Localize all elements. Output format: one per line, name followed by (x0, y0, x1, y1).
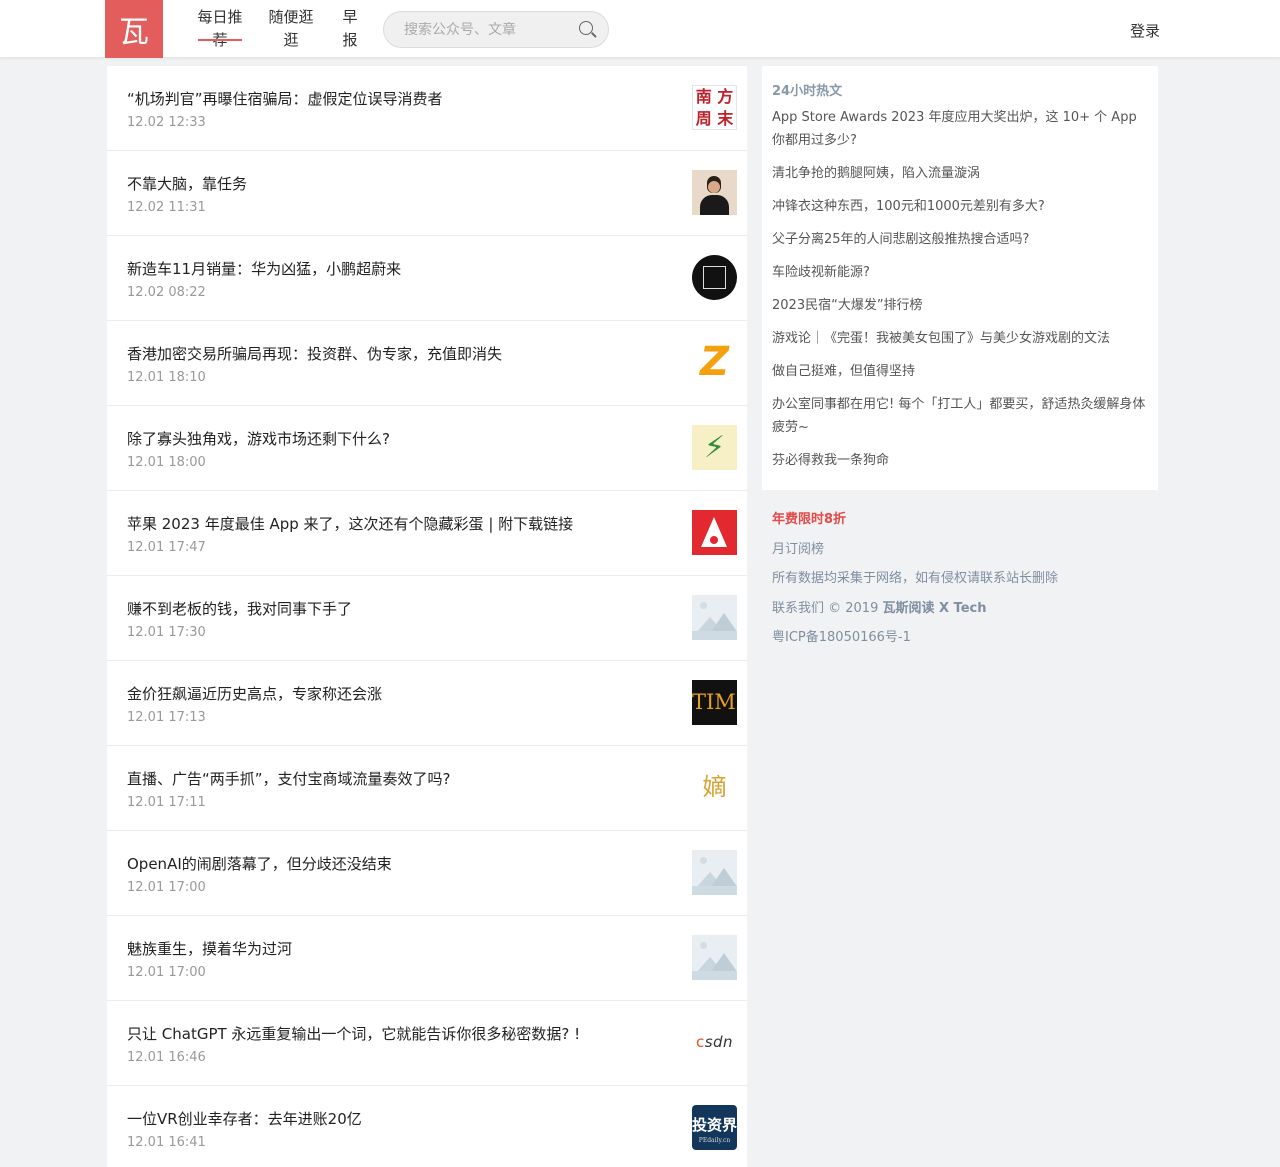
csdn-logo-icon: csdn (692, 1020, 737, 1065)
article-item[interactable]: 金价狂飙逼近历史高点，专家称还会涨 12.01 17:13 TIME (107, 661, 747, 746)
hot-article-link[interactable]: 做自己挺难，但值得坚持 (772, 360, 1148, 383)
article-item[interactable]: 不靠大脑，靠任务 12.02 11:31 (107, 151, 747, 236)
article-item[interactable]: 直播、广告“两手抓”，支付宝商域流量奏效了吗? 12.01 17:11 嫡 (107, 746, 747, 831)
hot-article-link[interactable]: 芬必得救我一条狗命 (772, 449, 1148, 472)
hot-article-link[interactable]: 游戏论｜《完蛋！我被美女包围了》与美少女游戏剧的文法 (772, 327, 1148, 350)
article-item[interactable]: 香港加密交易所骗局再现：投资群、伪专家，充值即消失 12.01 18:10 Z (107, 321, 747, 406)
nav-morning-news-label: 早报 (342, 8, 358, 49)
hot-article-link[interactable]: App Store Awards 2023 年度应用大奖出炉，这 10+ 个 A… (772, 106, 1148, 152)
circle-logo-icon (692, 255, 737, 300)
article-time: 12.01 17:00 (127, 965, 206, 980)
hot-article-link[interactable]: 办公室同事都在用它! 每个「打工人」都要买，舒适热灸缓解身体疲劳~ (772, 393, 1148, 439)
article-item[interactable]: 除了寡头独角戏，游戏市场还剩下什么? 12.01 18:00 ⚡ (107, 406, 747, 491)
hot-article-link[interactable]: 清北争抢的鹅腿阿姨，陷入流量漩涡 (772, 162, 1148, 185)
article-title[interactable]: 一位VR创业幸存者：去年进账20亿 (127, 1108, 362, 1129)
hot-article-link[interactable]: 车险歧视新能源? (772, 261, 1148, 284)
site-logo[interactable]: 瓦 (105, 0, 163, 58)
article-time: 12.01 16:41 (127, 1135, 206, 1150)
article-item[interactable]: “机场判官”再曝住宿骗局：虚假定位误导消费者 12.02 12:33 南方周末 (107, 66, 747, 151)
article-title[interactable]: 只让 ChatGPT 永远重复输出一个词，它就能告诉你很多秘密数据? ! (127, 1023, 580, 1044)
contact-line[interactable]: 联系我们 © 2019 瓦斯阅读 X Tech (772, 599, 1158, 629)
hot-articles-list: App Store Awards 2023 年度应用大奖出炉，这 10+ 个 A… (772, 106, 1148, 472)
article-title[interactable]: OpenAI的闹剧落幕了，但分歧还没结束 (127, 853, 392, 874)
logo-char: 周 (695, 108, 712, 128)
article-item[interactable]: 新造车11月销量：华为凶猛，小鹏超蔚来 12.02 08:22 (107, 236, 747, 321)
hot-article-link[interactable]: 2023民宿“大爆发”排行榜 (772, 294, 1148, 317)
contact-prefix: 联系我们 © 2019 (772, 600, 883, 616)
placeholder-image-icon (692, 935, 737, 980)
article-time: 12.01 16:46 (127, 1050, 206, 1065)
hot-article-link[interactable]: 父子分离25年的人间悲剧这般推热搜合适吗? (772, 228, 1148, 251)
annual-promo-link[interactable]: 年费限时8折 (772, 510, 1158, 540)
disclaimer-text: 所有数据均采集于网络，如有侵权请联系站长删除 (772, 571, 1059, 586)
article-title[interactable]: 赚不到老板的钱，我对同事下手了 (127, 598, 352, 619)
article-time: 12.02 08:22 (127, 285, 206, 300)
article-time: 12.01 17:30 (127, 625, 206, 640)
login-link[interactable]: 登录 (1130, 20, 1160, 41)
nav-browse[interactable]: 随便逛逛 (268, 6, 314, 52)
lightning-icon: ⚡ (692, 425, 737, 470)
monthly-ranking-link[interactable]: 月订阅榜 (772, 540, 1158, 570)
contact-brand: 瓦斯阅读 X Tech (882, 600, 987, 616)
article-time: 12.01 17:13 (127, 710, 206, 725)
article-item[interactable]: 只让 ChatGPT 永远重复输出一个词，它就能告诉你很多秘密数据? ! 12.0… (107, 1001, 747, 1086)
article-item[interactable]: 魅族重生，摸着华为过河 12.01 17:00 (107, 916, 747, 1001)
top-bar: 瓦 每日推荐 随便逛逛 早报 登录 (0, 0, 1280, 58)
hot-articles-title: 24小时热文 (772, 84, 843, 99)
author-avatar (692, 170, 737, 215)
nav-browse-label: 随便逛逛 (268, 8, 314, 49)
article-title[interactable]: 苹果 2023 年度最佳 App 来了，这次还有个隐藏彩蛋 | 附下载链接 (127, 513, 573, 534)
time-logo-icon: TIME (692, 680, 737, 725)
article-title[interactable]: 新造车11月销量：华为凶猛，小鹏超蔚来 (127, 258, 401, 279)
hot-article-link[interactable]: 冲锋衣这种东西，100元和1000元差别有多大? (772, 195, 1148, 218)
article-time: 12.02 12:33 (127, 115, 206, 130)
search-icon[interactable] (578, 20, 594, 40)
article-item[interactable]: 一位VR创业幸存者：去年进账20亿 12.01 16:41 投资界 PEdaily.c… (107, 1086, 747, 1167)
a-logo-icon (692, 510, 737, 555)
nanfang-logo-icon: 南方周末 (692, 85, 737, 130)
tzj-logo-icon: 投资界 PEdaily.cn (692, 1105, 737, 1150)
article-item[interactable]: 赚不到老板的钱，我对同事下手了 12.01 17:30 (107, 576, 747, 661)
article-time: 12.01 17:47 (127, 540, 206, 555)
article-title[interactable]: 金价狂飙逼近历史高点，专家称还会涨 (127, 683, 382, 704)
hot-articles-panel: 24小时热文 App Store Awards 2023 年度应用大奖出炉，这 … (762, 66, 1158, 490)
search-input[interactable] (404, 21, 578, 38)
logo-char: 方 (717, 87, 734, 106)
article-title[interactable]: 除了寡头独角戏，游戏市场还剩下什么? (127, 428, 390, 449)
article-title[interactable]: 香港加密交易所骗局再现：投资群、伪专家，充值即消失 (127, 343, 502, 364)
sidebar-footer: 年费限时8折 月订阅榜 所有数据均采集于网络，如有侵权请联系站长删除 联系我们 … (772, 510, 1158, 658)
icp-record: 粤ICP备18050166号-1 (772, 630, 911, 645)
logo-char: 末 (717, 108, 734, 128)
article-title[interactable]: 魅族重生，摸着华为过河 (127, 938, 292, 959)
zhi-logo-icon: 嫡 (692, 765, 737, 810)
article-item[interactable]: 苹果 2023 年度最佳 App 来了，这次还有个隐藏彩蛋 | 附下载链接 12.… (107, 491, 747, 576)
article-title[interactable]: 不靠大脑，靠任务 (127, 173, 247, 194)
article-time: 12.01 18:10 (127, 370, 206, 385)
nav-daily-recommend[interactable]: 每日推荐 (196, 6, 244, 52)
search-box[interactable] (383, 11, 609, 48)
article-time: 12.02 11:31 (127, 200, 206, 215)
article-title[interactable]: 直播、广告“两手抓”，支付宝商域流量奏效了吗? (127, 768, 451, 789)
logo-char: 南 (695, 87, 712, 106)
z-logo-icon: Z (692, 340, 737, 385)
article-feed: “机场判官”再曝住宿骗局：虚假定位误导消费者 12.02 12:33 南方周末不靠大… (107, 66, 747, 1167)
article-item[interactable]: OpenAI的闹剧落幕了，但分歧还没结束 12.01 17:00 (107, 831, 747, 916)
article-time: 12.01 17:00 (127, 880, 206, 895)
article-time: 12.01 17:11 (127, 795, 206, 810)
nav-morning-news[interactable]: 早报 (342, 6, 358, 52)
placeholder-image-icon (692, 850, 737, 895)
logo-glyph: 瓦 (119, 15, 149, 50)
placeholder-image-icon (692, 595, 737, 640)
nav-daily-recommend-label: 每日推荐 (196, 8, 244, 52)
article-title[interactable]: “机场判官”再曝住宿骗局：虚假定位误导消费者 (127, 88, 443, 109)
article-time: 12.01 18:00 (127, 455, 206, 470)
